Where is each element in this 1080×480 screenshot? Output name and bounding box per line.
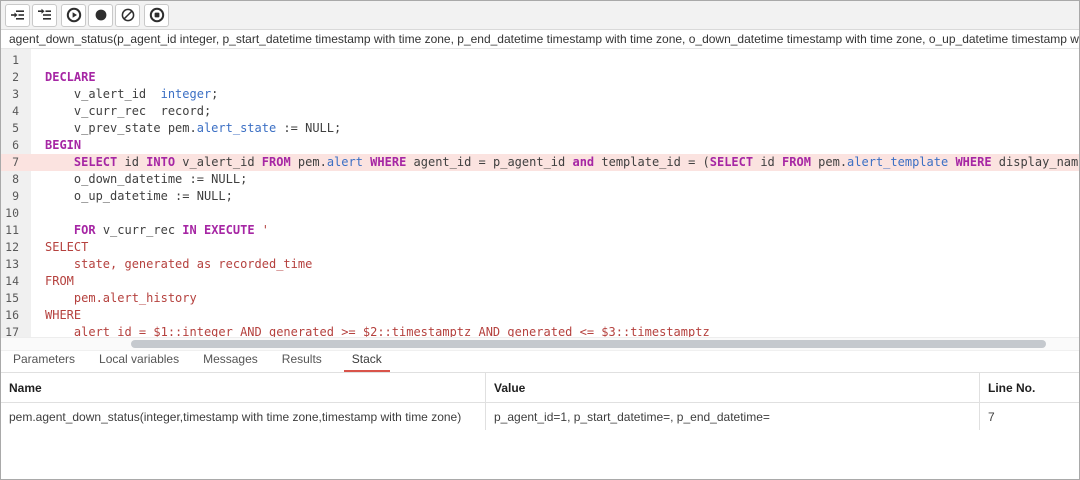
code-editor[interactable]: 12DECLARE3 v_alert_id integer;4 v_curr_r… — [1, 49, 1079, 350]
line-number: 10 — [1, 205, 31, 222]
code-text: o_down_datetime := NULL; — [31, 171, 1079, 188]
stack-frame-row[interactable]: pem.agent_down_status(integer,timestamp … — [1, 402, 1079, 430]
tab-parameters[interactable]: Parameters — [11, 352, 77, 372]
code-line[interactable]: 7 SELECT id INTO v_alert_id FROM pem.ale… — [1, 154, 1079, 171]
code-line[interactable]: 8 o_down_datetime := NULL; — [1, 171, 1079, 188]
debugger-toolbar — [1, 1, 1079, 30]
code-line[interactable]: 15 pem.alert_history — [1, 290, 1079, 307]
code-line[interactable]: 11 FOR v_curr_rec IN EXECUTE ' — [1, 222, 1079, 239]
toggle-breakpoint-icon — [93, 7, 109, 23]
stack-frame-name: pem.agent_down_status(integer,timestamp … — [1, 403, 485, 430]
stack-frame-value: p_agent_id=1, p_start_datetime=, p_end_d… — [485, 403, 979, 430]
code-line[interactable]: 9 o_up_datetime := NULL; — [1, 188, 1079, 205]
continue-icon — [66, 7, 82, 23]
horizontal-scrollbar-thumb[interactable] — [131, 340, 1046, 348]
tab-stack[interactable]: Stack — [344, 352, 390, 372]
code-line[interactable]: 10 — [1, 205, 1079, 222]
line-number: 2 — [1, 69, 31, 86]
code-text: v_alert_id integer; — [31, 86, 1079, 103]
line-number: 16 — [1, 307, 31, 324]
code-text: DECLARE — [31, 69, 1079, 86]
column-header-name: Name — [1, 373, 485, 402]
toggle-breakpoint-button[interactable] — [88, 4, 113, 27]
horizontal-scrollbar[interactable] — [1, 337, 1079, 350]
debugger-window: agent_down_status(p_agent_id integer, p_… — [0, 0, 1080, 480]
code-text: FOR v_curr_rec IN EXECUTE ' — [31, 222, 1079, 239]
line-number: 11 — [1, 222, 31, 239]
line-number: 1 — [1, 52, 31, 69]
code-text: SELECT — [31, 239, 1079, 256]
code-line[interactable]: 6BEGIN — [1, 137, 1079, 154]
stop-button[interactable] — [144, 4, 169, 27]
step-into-button[interactable] — [5, 4, 30, 27]
code-text: pem.alert_history — [31, 290, 1079, 307]
line-number: 17 — [1, 324, 31, 341]
code-text: WHERE — [31, 307, 1079, 324]
step-over-icon — [37, 7, 53, 23]
line-number: 12 — [1, 239, 31, 256]
clear-breakpoints-button[interactable] — [115, 4, 140, 27]
line-number: 9 — [1, 188, 31, 205]
bottom-panel-tabs: Parameters Local variables Messages Resu… — [1, 350, 1079, 372]
line-number: 13 — [1, 256, 31, 273]
empty-area — [1, 430, 1079, 479]
code-text: v_prev_state pem.alert_state := NULL; — [31, 120, 1079, 137]
step-into-icon — [10, 7, 26, 23]
line-number: 15 — [1, 290, 31, 307]
code-text: BEGIN — [31, 137, 1079, 154]
code-line[interactable]: 4 v_curr_rec record; — [1, 103, 1079, 120]
code-line[interactable]: 16WHERE — [1, 307, 1079, 324]
code-text: SELECT id INTO v_alert_id FROM pem.alert… — [31, 154, 1079, 171]
line-number: 7 — [1, 154, 31, 171]
tab-messages[interactable]: Messages — [201, 352, 260, 372]
code-line[interactable]: 14FROM — [1, 273, 1079, 290]
stack-frame-line-no: 7 — [979, 403, 1079, 430]
code-text: FROM — [31, 273, 1079, 290]
line-number: 4 — [1, 103, 31, 120]
code-lines: 12DECLARE3 v_alert_id integer;4 v_curr_r… — [1, 49, 1079, 341]
code-text: v_curr_rec record; — [31, 103, 1079, 120]
function-signature: agent_down_status(p_agent_id integer, p_… — [1, 30, 1079, 49]
column-header-value: Value — [485, 373, 979, 402]
tab-local-variables[interactable]: Local variables — [97, 352, 181, 372]
code-text — [31, 205, 1079, 222]
code-text — [31, 52, 1079, 69]
stack-table: Name Value Line No. pem.agent_down_statu… — [1, 372, 1079, 479]
tab-results[interactable]: Results — [280, 352, 324, 372]
stack-table-header: Name Value Line No. — [1, 372, 1079, 402]
code-line[interactable]: 13 state, generated as recorded_time — [1, 256, 1079, 273]
line-number: 14 — [1, 273, 31, 290]
continue-button[interactable] — [61, 4, 86, 27]
step-over-button[interactable] — [32, 4, 57, 27]
stop-icon — [149, 7, 165, 23]
code-line[interactable]: 2DECLARE — [1, 69, 1079, 86]
line-number: 5 — [1, 120, 31, 137]
line-number: 3 — [1, 86, 31, 103]
code-line[interactable]: 1 — [1, 52, 1079, 69]
code-text: state, generated as recorded_time — [31, 256, 1079, 273]
code-line[interactable]: 12SELECT — [1, 239, 1079, 256]
line-number: 6 — [1, 137, 31, 154]
code-text: o_up_datetime := NULL; — [31, 188, 1079, 205]
code-line[interactable]: 5 v_prev_state pem.alert_state := NULL; — [1, 120, 1079, 137]
clear-breakpoints-icon — [120, 7, 136, 23]
line-number: 8 — [1, 171, 31, 188]
column-header-line-no: Line No. — [979, 373, 1079, 402]
code-line[interactable]: 3 v_alert_id integer; — [1, 86, 1079, 103]
